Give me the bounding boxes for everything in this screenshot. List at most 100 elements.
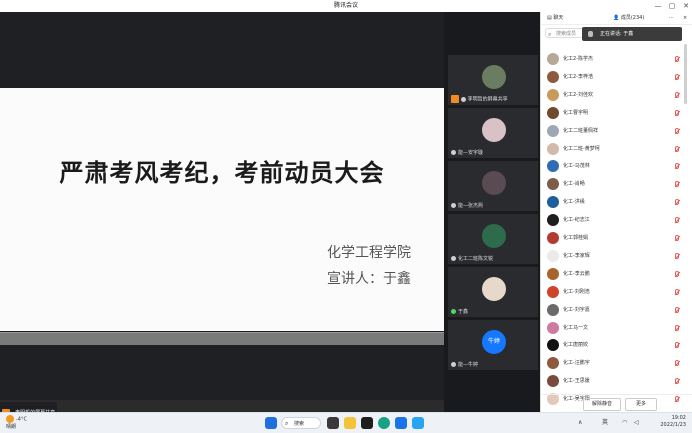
window-title: 腾讯会议 — [333, 2, 358, 9]
member-row[interactable]: 化工-刘宇嘉 — [541, 301, 692, 319]
member-row[interactable]: 化工-马茂林 — [541, 157, 692, 175]
mic-muted-icon[interactable] — [675, 217, 679, 224]
wifi-icon[interactable]: ◠ — [622, 413, 627, 433]
member-row[interactable]: 化工-刘刚浩 — [541, 283, 692, 301]
tab-chat[interactable]: ▤ 聊天 — [547, 12, 563, 24]
mic-muted-icon[interactable] — [675, 145, 679, 152]
mic-muted-icon[interactable] — [675, 91, 679, 98]
tile-label: 能—张杰熙 — [458, 203, 484, 209]
lang-indicator[interactable]: 英 — [602, 413, 608, 433]
mic-muted-icon[interactable] — [675, 127, 679, 134]
member-row[interactable]: 化工-洪缘 — [541, 193, 692, 211]
mic-muted-icon[interactable] — [675, 56, 679, 62]
presentation-slide: 严肃考风考纪，考前动员大会 化学工程学院 宣讲人：于鑫 — [0, 88, 444, 331]
member-row[interactable]: 化工-李云鹏 — [541, 265, 692, 283]
shared-screen-stage[interactable]: 严肃考风考纪，考前动员大会 化学工程学院 宣讲人：于鑫 李明哲的屏幕共享 — [0, 12, 444, 417]
panel-tabs: ▤ 聊天 👤 成员(234) ··· × — [541, 12, 692, 25]
mic-muted-icon[interactable] — [675, 181, 679, 188]
member-row[interactable]: 化工郭桂娟 — [541, 229, 692, 247]
member-row[interactable]: 化工二班董佩祥 — [541, 122, 692, 140]
mic-muted-icon[interactable] — [675, 306, 679, 313]
close-panel-icon[interactable]: × — [683, 12, 687, 24]
mic-muted-icon[interactable] — [675, 324, 679, 331]
mic-muted-icon[interactable] — [675, 378, 679, 385]
mic-muted-icon[interactable] — [675, 342, 679, 349]
member-row[interactable]: 化工2-刘佳欢 — [541, 86, 692, 104]
sun-icon — [6, 415, 14, 423]
video-tile[interactable]: 化工二班陈文锐 — [447, 213, 539, 265]
member-row[interactable]: 化工-纪志江 — [541, 211, 692, 229]
member-list-scrollbar[interactable] — [684, 44, 687, 104]
more-icon[interactable]: ··· — [669, 12, 674, 24]
mic-muted-icon[interactable] — [675, 163, 679, 170]
member-avatar — [547, 339, 559, 352]
video-tile[interactable]: 李明哲的屏幕共享 — [447, 54, 539, 106]
unmute-all-button[interactable]: 解除静音 — [583, 398, 621, 411]
member-row[interactable]: 化工二班-黄梦柯 — [541, 140, 692, 158]
member-name: 化工2-刘佳欢 — [563, 91, 593, 98]
member-avatar — [547, 375, 559, 388]
member-row[interactable]: 化工-李家辉 — [541, 247, 692, 265]
video-tile[interactable]: 能—张杰熙 — [447, 160, 539, 212]
mic-muted-icon[interactable] — [675, 73, 679, 80]
member-name: 化工-刘宇嘉 — [563, 306, 590, 313]
member-avatar — [547, 285, 559, 298]
member-name: 化工-马茂林 — [563, 163, 590, 170]
members-panel: ▤ 聊天 👤 成员(234) ··· × ⌕ 搜索成员 化工2-陈学杰 化工2-李… — [540, 12, 692, 412]
member-row[interactable]: 化工2-陈学杰 — [541, 50, 692, 68]
more-button[interactable]: 更多 — [625, 398, 657, 411]
member-row[interactable]: 化工2-李梓浩 — [541, 68, 692, 86]
maximize-button[interactable]: ▢ — [666, 0, 678, 12]
member-avatar — [547, 357, 559, 370]
member-row[interactable]: 化工-王思媛 — [541, 372, 692, 390]
video-tile[interactable]: 牛婷 能—牛婷 — [447, 319, 539, 371]
member-avatar — [547, 53, 559, 65]
terminal-icon[interactable] — [361, 417, 373, 429]
tencent-meeting-icon[interactable] — [395, 417, 407, 429]
members-icon: 👤 — [613, 15, 621, 21]
member-row[interactable]: 化工-汪鹏宇 — [541, 354, 692, 372]
member-avatar — [547, 124, 559, 137]
slide-presenter: 宣讲人：于鑫 — [327, 271, 411, 287]
slide-scroll-bar — [0, 332, 444, 345]
member-row[interactable]: 化工-肖畅 — [541, 175, 692, 193]
volume-icon[interactable]: ◁ — [634, 413, 639, 433]
taskview-icon[interactable] — [327, 417, 339, 429]
member-avatar — [547, 303, 559, 316]
mic-muted-icon[interactable] — [675, 360, 679, 367]
app-icon[interactable] — [412, 417, 424, 429]
mic-muted-icon[interactable] — [675, 109, 679, 116]
mic-active-icon — [451, 309, 456, 314]
start-icon[interactable] — [265, 417, 277, 429]
member-avatar — [547, 178, 559, 191]
member-name: 化工唐丽姣 — [563, 342, 589, 349]
search-icon: ⌕ — [548, 31, 552, 38]
video-tile[interactable]: 能—安宇璇 — [447, 107, 539, 159]
clock[interactable]: 19:02 2022/1/23 — [660, 415, 686, 429]
mic-icon — [451, 362, 456, 367]
member-row[interactable]: 化工唐丽姣 — [541, 336, 692, 354]
share-icon — [451, 95, 459, 103]
member-row[interactable]: 化工曹宇明 — [541, 104, 692, 122]
weather-widget[interactable]: -4°C 晴朗 — [6, 415, 27, 431]
minimize-button[interactable]: — — [652, 0, 664, 12]
mic-muted-icon[interactable] — [675, 235, 679, 241]
member-row[interactable]: 化工马一文 — [541, 319, 692, 337]
member-avatar — [547, 232, 559, 244]
member-name: 化工二班董佩祥 — [563, 127, 599, 134]
mic-muted-icon[interactable] — [675, 288, 679, 295]
member-name: 化工-李云鹏 — [563, 270, 590, 277]
member-avatar — [547, 196, 559, 209]
mic-muted-icon[interactable] — [675, 199, 679, 206]
tab-members[interactable]: 👤 成员(234) — [613, 12, 644, 24]
video-tile[interactable]: 于鑫 — [447, 266, 539, 318]
tray-chevron-icon[interactable]: ∧ — [578, 413, 582, 433]
edge-icon[interactable] — [378, 417, 390, 429]
mic-muted-icon[interactable] — [675, 252, 679, 259]
close-button[interactable]: ✕ — [680, 0, 692, 12]
mic-muted-icon[interactable] — [675, 270, 679, 277]
member-name: 化工-汪鹏宇 — [563, 360, 590, 367]
file-explorer-icon[interactable] — [344, 417, 356, 429]
video-gallery: 李明哲的屏幕共享 能—安宇璇 能—张杰熙 化工二班陈文锐 于鑫 牛婷 能—牛婷 — [444, 12, 540, 412]
taskbar-search[interactable]: ⌕ 搜索 — [281, 417, 321, 429]
